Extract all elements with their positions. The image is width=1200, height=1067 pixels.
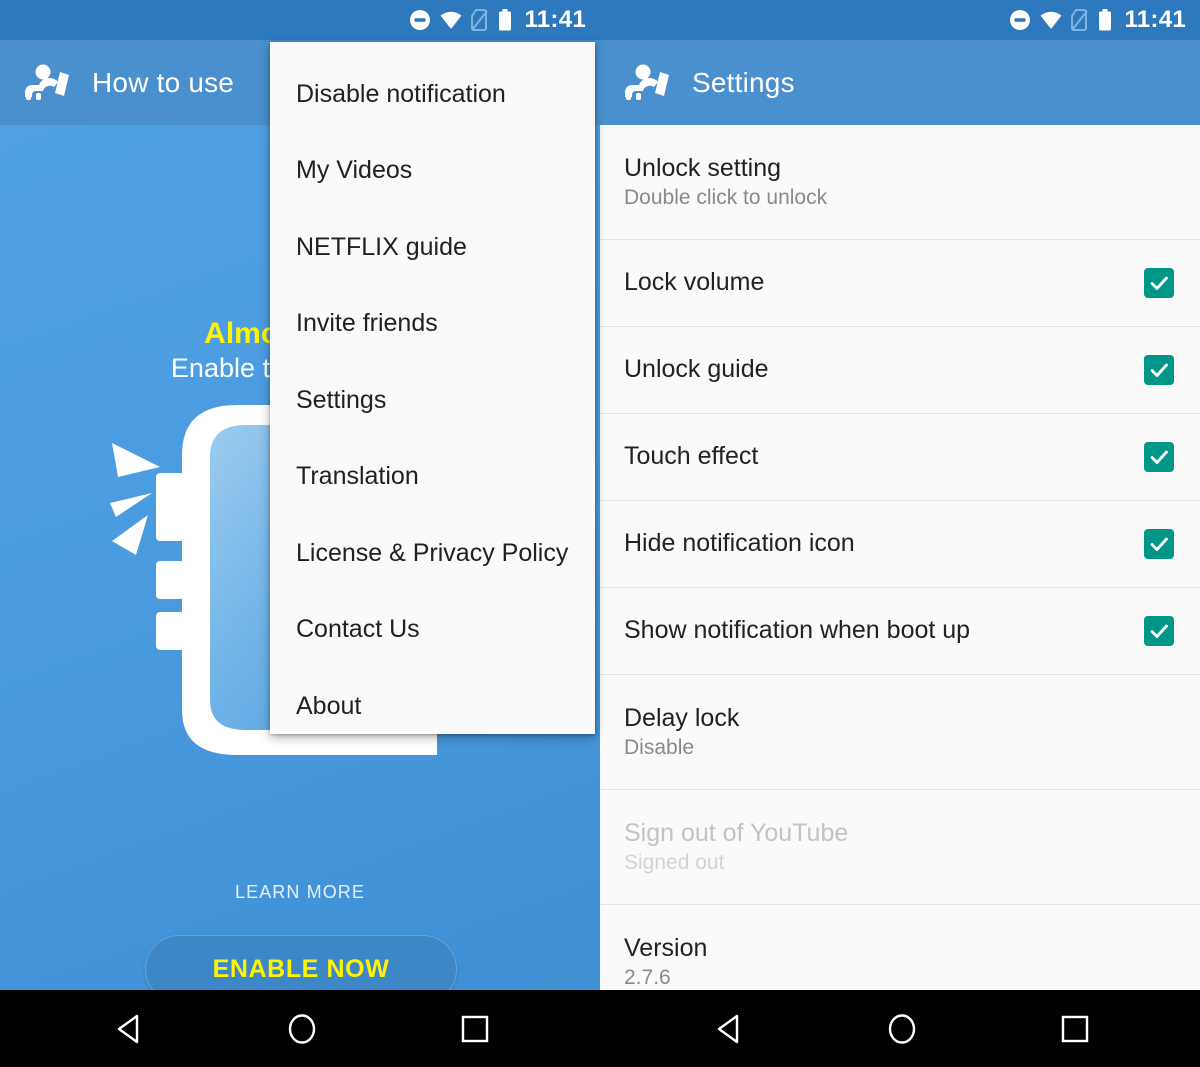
menu-item[interactable]: Translation (270, 439, 595, 516)
menu-item[interactable]: Disable notification (270, 56, 595, 133)
menu-item[interactable]: License & Privacy Policy (270, 515, 595, 592)
menu-item[interactable]: Invite friends (270, 286, 595, 363)
check-icon (1150, 624, 1168, 638)
settings-row-subtitle: Double click to unlock (624, 186, 828, 210)
settings-row[interactable]: Hide notification icon (600, 501, 1200, 588)
settings-checkbox-checked[interactable] (1144, 442, 1174, 472)
settings-row-subtitle: 2.7.6 (624, 966, 671, 990)
settings-checkbox-checked[interactable] (1144, 268, 1174, 298)
home-nav-button[interactable] (885, 1012, 919, 1046)
settings-row-title: Touch effect (624, 442, 759, 471)
settings-row[interactable]: Version 2.7.6 (600, 905, 1200, 990)
settings-checkbox-checked[interactable] (1144, 616, 1174, 646)
menu-item[interactable]: Settings (270, 362, 595, 439)
navigation-bar (0, 990, 1200, 1067)
menu-item[interactable]: Contact Us (270, 592, 595, 669)
recents-nav-button[interactable] (1058, 1012, 1092, 1046)
left-nav-group (0, 990, 600, 1067)
menu-item[interactable]: My Videos (270, 133, 595, 210)
left-toolbar-title: How to use (92, 66, 235, 98)
settings-list: Unlock setting Double click to unlock Lock… (600, 125, 1200, 990)
settings-row[interactable]: Unlock guide (600, 327, 1200, 414)
settings-row-title: Unlock guide (624, 355, 769, 384)
right-toolbar: Settings (600, 40, 1200, 125)
settings-row[interactable]: Unlock setting Double click to unlock (600, 125, 1200, 240)
check-icon (1150, 537, 1168, 551)
settings-row[interactable]: Show notification when boot up (600, 588, 1200, 675)
menu-item[interactable]: About (270, 668, 595, 745)
settings-row-title: Delay lock (624, 703, 740, 732)
menu-item[interactable]: NETFLIX guide (270, 209, 595, 286)
check-icon (1150, 363, 1168, 377)
settings-row-title: Version (624, 933, 708, 962)
settings-row[interactable]: Touch effect (600, 414, 1200, 501)
right-status-bar: 11:41 (600, 0, 1200, 40)
settings-row-title: Lock volume (624, 268, 765, 297)
settings-row[interactable]: Delay lock Disable (600, 675, 1200, 790)
settings-checkbox-checked[interactable] (1144, 529, 1174, 559)
settings-row-title: Sign out of YouTube (624, 818, 849, 847)
enable-now-button[interactable]: ENABLE NOW (145, 935, 457, 990)
back-nav-button[interactable] (113, 1012, 147, 1046)
baby-phone-app-icon (25, 64, 69, 100)
no-sim-icon (471, 9, 489, 31)
battery-icon (499, 9, 512, 31)
home-nav-button[interactable] (285, 1012, 319, 1046)
settings-row[interactable]: Lock volume (600, 240, 1200, 327)
right-phone-screen: Unlock setting Double click to unlock Lock… (600, 0, 1200, 990)
right-nav-group (600, 990, 1200, 1067)
check-icon (1150, 450, 1168, 464)
learn-more-link[interactable]: LEARN MORE (0, 882, 600, 903)
settings-row-title: Unlock setting (624, 153, 782, 182)
baby-phone-app-icon (625, 64, 669, 100)
do-not-disturb-icon (1010, 10, 1031, 30)
do-not-disturb-icon (410, 10, 431, 30)
settings-checkbox-checked[interactable] (1144, 355, 1174, 385)
wifi-icon (441, 11, 462, 30)
screenshot-root: Almost done! Enable to lock screen (0, 0, 1200, 1067)
settings-row-subtitle: Signed out (624, 851, 725, 875)
recents-nav-button[interactable] (458, 1012, 492, 1046)
back-nav-button[interactable] (713, 1012, 747, 1046)
settings-row: Sign out of YouTube Signed out (600, 790, 1200, 905)
status-bar-time: 11:41 (524, 6, 586, 33)
settings-row-title: Show notification when boot up (624, 616, 971, 645)
check-icon (1150, 276, 1168, 290)
settings-row-title: Hide notification icon (624, 529, 855, 558)
settings-row-subtitle: Disable (624, 736, 695, 760)
no-sim-icon (1071, 9, 1089, 31)
right-toolbar-title: Settings (692, 66, 795, 98)
battery-icon (1099, 9, 1112, 31)
wifi-icon (1041, 11, 1062, 30)
left-status-bar: 11:41 (0, 0, 600, 40)
overflow-menu[interactable]: Disable notification My Videos NETFLIX gui… (270, 42, 595, 734)
status-bar-time: 11:41 (1124, 6, 1186, 33)
